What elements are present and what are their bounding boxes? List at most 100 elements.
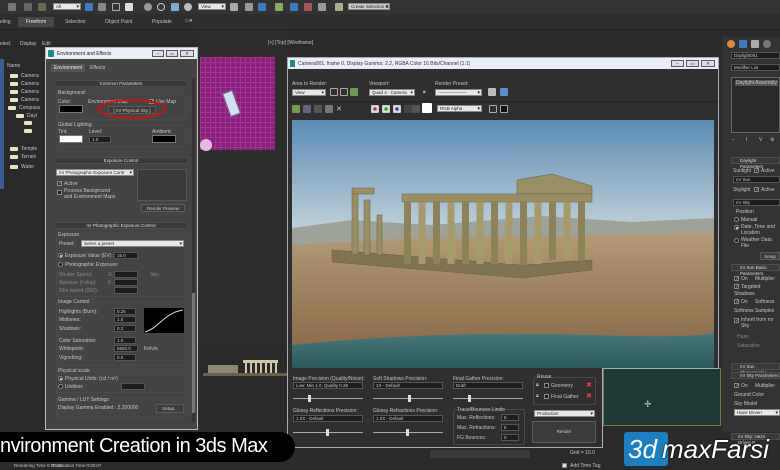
toggle-ui-icon[interactable] bbox=[489, 105, 497, 113]
lock-fg-icon[interactable]: 🔒︎ bbox=[536, 393, 539, 399]
glossy-refractions-slider[interactable] bbox=[373, 429, 443, 436]
viewport-label-top[interactable]: [+] [Top] [Wireframe] bbox=[268, 40, 313, 46]
alpha-channel-icon[interactable] bbox=[404, 105, 412, 113]
background-color-swatch[interactable] bbox=[59, 105, 83, 113]
final-gather-slider[interactable] bbox=[453, 395, 523, 402]
soft-shadows-field[interactable]: 1X - Default bbox=[373, 382, 443, 389]
edit-region-icon[interactable] bbox=[330, 88, 338, 96]
daylight-setup-button[interactable]: Setup bbox=[760, 252, 780, 260]
photographic-exposure-radio[interactable] bbox=[58, 262, 63, 267]
clear-icon[interactable]: ✕ bbox=[336, 105, 344, 113]
final-gather-field[interactable]: Draft bbox=[453, 382, 523, 389]
ambient-color-swatch[interactable] bbox=[152, 135, 176, 143]
level-spinner[interactable]: 1.0 bbox=[89, 136, 111, 143]
soft-shadows-slider[interactable] bbox=[373, 395, 443, 402]
weather-radio[interactable] bbox=[734, 238, 739, 243]
shutter-spinner[interactable] bbox=[114, 271, 138, 278]
vignetting-spinner[interactable]: 0.0 bbox=[114, 354, 136, 361]
rollout-sun-photographic[interactable]: mr Sun Photographic bbox=[731, 363, 780, 375]
sky-on-checkbox[interactable]: ✓ bbox=[734, 383, 739, 389]
modifier-list-dropdown[interactable]: Modifier List bbox=[731, 64, 780, 71]
object-name-field[interactable]: Daylight001 bbox=[731, 52, 780, 59]
rollout-sun-basic[interactable]: mr Sun Basic Parameters bbox=[731, 264, 780, 276]
snaps-icon[interactable] bbox=[275, 3, 283, 11]
sky-type-dropdown[interactable]: mr Sky bbox=[733, 199, 780, 206]
tint-color-swatch[interactable] bbox=[59, 135, 83, 143]
physical-units-radio[interactable] bbox=[58, 376, 63, 381]
targeted-checkbox[interactable]: ✓ bbox=[734, 284, 739, 290]
maximize-button[interactable]: ▭ bbox=[686, 60, 699, 67]
explorer-item[interactable]: Temple bbox=[10, 146, 46, 152]
monochrome-icon[interactable] bbox=[412, 105, 420, 113]
unitless-spinner[interactable] bbox=[121, 383, 145, 390]
bind-icon[interactable] bbox=[38, 3, 46, 11]
explorer-item[interactable] bbox=[24, 128, 46, 134]
glossy-reflections-slider[interactable] bbox=[293, 429, 363, 436]
viewport-dropdown[interactable]: Quad 4 - Camera bbox=[369, 89, 415, 96]
rollout-mr-photographic-exposure[interactable]: mr Photographic Exposure Control bbox=[54, 222, 188, 229]
tab-effects[interactable]: Effects bbox=[87, 64, 108, 72]
max-reflections-spinner[interactable]: 6 bbox=[501, 414, 519, 421]
add-time-tag-checkbox[interactable] bbox=[562, 463, 567, 468]
image-precision-field[interactable]: Low: Min 1.0, Quality 0.25 bbox=[293, 382, 363, 389]
lock-geometry-icon[interactable]: 🔒︎ bbox=[536, 382, 539, 388]
rotate-icon[interactable] bbox=[157, 3, 165, 11]
modify-tab-icon[interactable] bbox=[739, 40, 747, 48]
maximize-button[interactable]: ▭ bbox=[166, 50, 178, 57]
hierarchy-tab-icon[interactable] bbox=[751, 40, 759, 48]
red-channel-toggle[interactable] bbox=[371, 105, 379, 113]
tab-populate[interactable]: Populate bbox=[152, 19, 172, 25]
film-speed-spinner[interactable] bbox=[114, 287, 138, 294]
configure-icon[interactable]: ⚙ bbox=[770, 137, 774, 143]
image-precision-slider[interactable] bbox=[293, 395, 363, 402]
aperture-spinner[interactable] bbox=[114, 279, 138, 286]
playback-controls[interactable] bbox=[430, 450, 530, 458]
menu-select[interactable]: elect bbox=[0, 41, 11, 47]
reuse-geometry-checkbox[interactable] bbox=[544, 383, 549, 388]
copy-region-icon[interactable] bbox=[350, 88, 358, 96]
explorer-item[interactable]: Camera bbox=[10, 73, 46, 79]
tab-freeform[interactable]: Freeform bbox=[18, 17, 55, 27]
sky-model-dropdown[interactable]: Haze Driven bbox=[734, 409, 780, 416]
render-button[interactable]: Render bbox=[532, 421, 596, 443]
show-end-result-icon[interactable]: I bbox=[746, 137, 747, 143]
column-header-name[interactable]: Name bbox=[7, 63, 20, 69]
sun-on-checkbox[interactable]: ✓ bbox=[734, 276, 739, 282]
ribbon-options-icon[interactable]: ▭▾ bbox=[185, 18, 192, 24]
menu-display[interactable]: Display bbox=[20, 41, 36, 47]
edit-named-sel-icon[interactable] bbox=[335, 3, 343, 11]
inherit-checkbox[interactable]: ✓ bbox=[734, 318, 739, 324]
dialog-titlebar[interactable]: Environment and Effects – ▭ ✕ bbox=[46, 48, 197, 59]
active-checkbox[interactable]: ✓ bbox=[57, 181, 62, 187]
explorer-item[interactable]: Camera bbox=[10, 89, 46, 95]
selection-filter-dropdown[interactable]: All bbox=[53, 3, 81, 10]
print-icon[interactable] bbox=[325, 105, 333, 113]
explorer-item[interactable]: Camera bbox=[10, 97, 46, 103]
minimize-button[interactable]: – bbox=[671, 60, 684, 67]
shadows-spinner[interactable]: 0.2 bbox=[114, 325, 136, 332]
rollout-sky-parameters[interactable]: mr Sky Parameters bbox=[731, 372, 780, 379]
green-channel-toggle[interactable] bbox=[382, 105, 390, 113]
tab-selection[interactable]: Selection bbox=[65, 19, 86, 25]
viewport-perspective[interactable] bbox=[198, 345, 288, 425]
tab-environment[interactable]: Environment bbox=[51, 64, 86, 72]
whitepoint-spinner[interactable]: 6500.0 bbox=[114, 345, 138, 352]
modifier-stack[interactable]: Daylight Assembly bbox=[731, 77, 780, 133]
viewport-top[interactable] bbox=[198, 31, 288, 361]
minimize-button[interactable]: – bbox=[152, 50, 164, 57]
highlights-spinner[interactable]: 0.25 bbox=[114, 308, 136, 315]
display-channel-dropdown[interactable]: RGB Alpha bbox=[437, 105, 482, 112]
scale-icon[interactable] bbox=[171, 3, 179, 11]
fg-bounces-spinner[interactable]: 0 bbox=[501, 434, 519, 441]
swatch-white[interactable] bbox=[422, 103, 432, 113]
window-crossing-icon[interactable] bbox=[125, 3, 133, 11]
make-unique-icon[interactable]: V bbox=[759, 137, 762, 143]
motion-tab-icon[interactable] bbox=[763, 40, 771, 48]
exposure-value-radio[interactable] bbox=[58, 253, 63, 258]
percent-snap-icon[interactable] bbox=[304, 3, 312, 11]
explorer-item[interactable]: Camera bbox=[10, 81, 46, 87]
explorer-item[interactable]: Dayl bbox=[16, 113, 46, 119]
render-window-titlebar[interactable]: Camera001, frame 0, Display Gamma: 2.2, … bbox=[288, 58, 718, 69]
preset-dropdown[interactable]: Select a preset bbox=[81, 240, 184, 247]
environment-icon[interactable] bbox=[500, 88, 508, 96]
